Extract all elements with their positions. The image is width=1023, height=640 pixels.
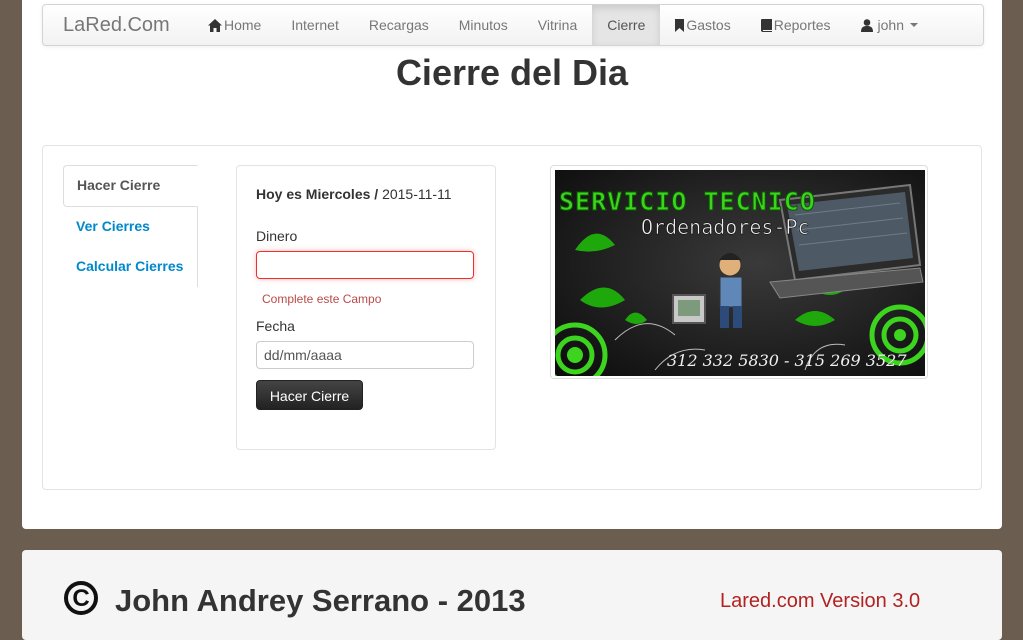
bookmark-icon [675, 18, 685, 32]
main-panel: Hacer Cierre Ver Cierres Calcular Cierre… [42, 145, 982, 490]
nav-item-gastos[interactable]: Gastos [660, 5, 745, 45]
tab-hacer-cierre[interactable]: Hacer Cierre [63, 165, 198, 207]
copyright-icon: C [64, 581, 98, 615]
ad-banner-frame: SERVICIO TECNICO Ordenadores-Pc 312 332 … [550, 165, 928, 379]
nav-item-recargas[interactable]: Recargas [354, 5, 444, 45]
footer-author: John Andrey Serrano - 2013 [115, 583, 526, 618]
date-value: 2015-11-11 [382, 186, 452, 202]
nav-item-label: Cierre [607, 17, 646, 33]
nav-item-label: Home [224, 17, 262, 33]
hacer-cierre-button[interactable]: Hacer Cierre [256, 380, 363, 410]
date-separator: / [370, 186, 383, 202]
banner-subtitle: Ordenadores-Pc [641, 215, 810, 239]
footer: C John Andrey Serrano - 2013 Lared.com V… [22, 550, 1002, 640]
dinero-field[interactable] [256, 251, 474, 279]
nav-item-cierre[interactable]: Cierre [592, 5, 661, 45]
fecha-field[interactable] [256, 341, 474, 369]
nav-item-label: Vitrina [537, 17, 578, 33]
brand-link[interactable]: LaRed.Com [63, 5, 170, 45]
page-container: LaRed.Com Home Internet Recargas Minutos… [22, 0, 1002, 529]
caret-down-icon [910, 23, 918, 27]
fecha-label: Fecha [256, 318, 295, 334]
dinero-error-message: Complete este Campo [262, 292, 382, 306]
tab-ver-cierres[interactable]: Ver Cierres [63, 207, 197, 247]
dinero-label: Dinero [256, 228, 298, 244]
user-menu-dropdown[interactable]: john [846, 5, 933, 45]
day-label: Hoy es Miercoles [256, 186, 371, 202]
nav-item-minutos[interactable]: Minutos [444, 5, 523, 45]
nav-item-label: Reportes [773, 17, 831, 33]
home-icon [208, 18, 222, 32]
footer-version: Lared.com Version 3.0 [720, 590, 921, 612]
nav-item-label: Gastos [686, 17, 731, 33]
nav-item-vitrina[interactable]: Vitrina [523, 5, 592, 45]
nav-item-label: Recargas [368, 17, 429, 33]
nav-menu: Home Internet Recargas Minutos Vitrina C… [193, 5, 933, 45]
page-title: Cierre del Dia [395, 52, 629, 93]
cierre-form: Hoy es Miercoles / 2015-11-11 Dinero Com… [236, 165, 496, 450]
nav-item-label: Minutos [458, 17, 508, 33]
user-name: john [877, 17, 904, 33]
book-icon [760, 18, 772, 32]
banner-phones: 312 332 5830 - 315 269 3527 [667, 351, 907, 370]
user-icon [860, 18, 873, 32]
top-navbar: LaRed.Com Home Internet Recargas Minutos… [42, 4, 984, 46]
side-tabs: Hacer Cierre Ver Cierres Calcular Cierre… [63, 165, 198, 287]
nav-item-home[interactable]: Home [193, 5, 276, 45]
nav-item-label: Internet [291, 17, 339, 33]
tab-calcular-cierres[interactable]: Calcular Cierres [63, 247, 197, 287]
nav-item-reportes[interactable]: Reportes [746, 5, 846, 45]
banner-title: SERVICIO TECNICO [559, 187, 816, 216]
today-date: Hoy es Miercoles / 2015-11-11 [256, 186, 452, 202]
servicio-tecnico-banner: SERVICIO TECNICO Ordenadores-Pc 312 332 … [555, 170, 925, 376]
nav-item-internet[interactable]: Internet [276, 5, 353, 45]
